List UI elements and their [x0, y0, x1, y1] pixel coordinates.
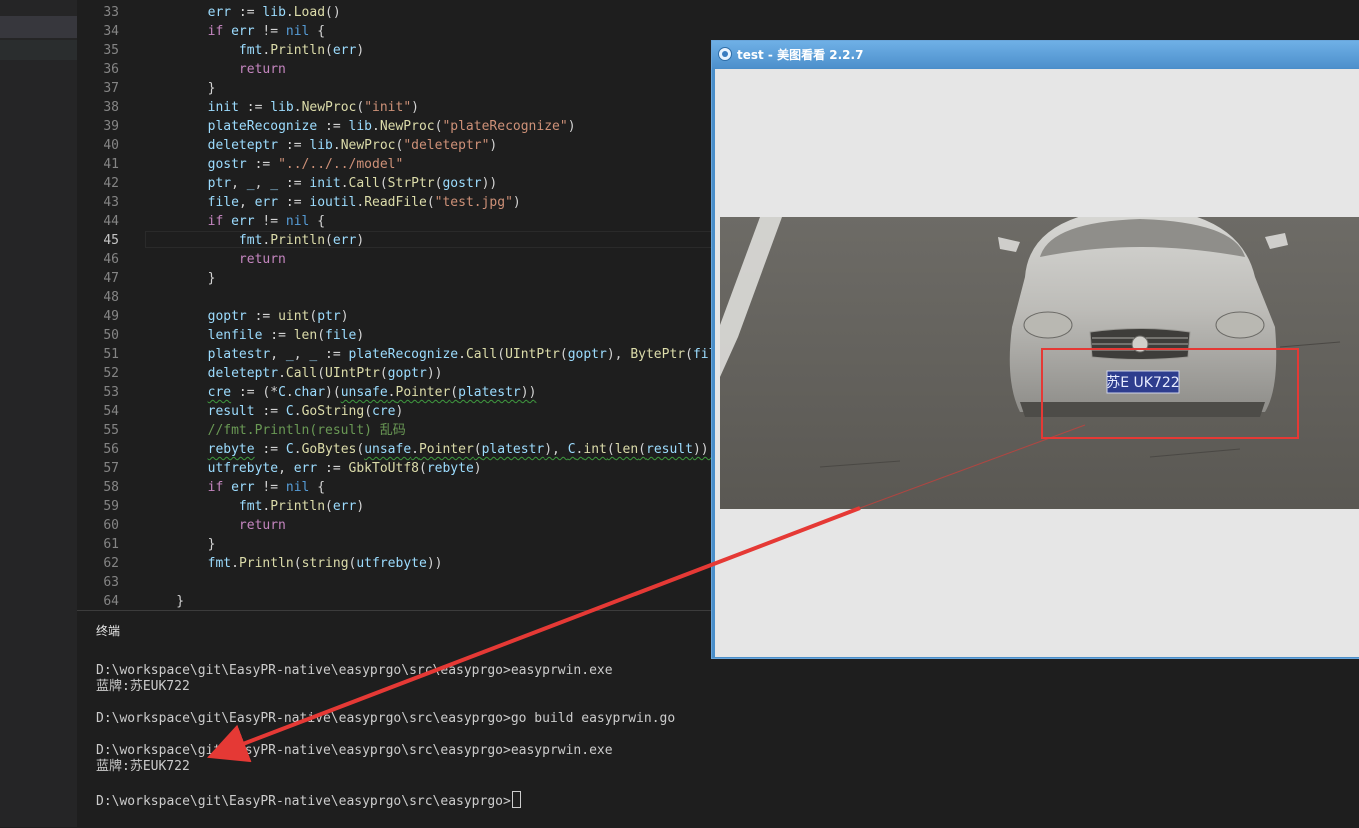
line-number: 46: [103, 252, 119, 267]
viewer-title: test - 美图看看 2.2.7: [737, 48, 864, 62]
line-number: 44: [103, 214, 119, 229]
line-number: 58: [103, 480, 119, 495]
line-number: 60: [103, 518, 119, 533]
code-text[interactable]: }: [145, 269, 216, 288]
line-number: 63: [103, 575, 119, 590]
code-line[interactable]: 33 err := lib.Load(): [77, 3, 1359, 22]
code-text[interactable]: fmt.Println(err): [145, 231, 364, 250]
code-text[interactable]: utfrebyte, err := GbkToUtf8(rebyte): [145, 459, 482, 478]
code-text[interactable]: platestr, _, _ := plateRecognize.Call(UI…: [145, 345, 756, 364]
line-number: 47: [103, 271, 119, 286]
terminal-cursor: [511, 791, 521, 808]
code-text[interactable]: return: [145, 516, 286, 535]
code-text[interactable]: if err != nil {: [145, 22, 325, 41]
line-number: 41: [103, 157, 119, 172]
code-text[interactable]: ptr, _, _ := init.Call(StrPtr(gostr)): [145, 174, 498, 193]
code-text[interactable]: }: [145, 79, 216, 98]
code-text[interactable]: err := lib.Load(): [145, 3, 341, 22]
code-text[interactable]: fmt.Println(err): [145, 41, 364, 60]
line-number: 55: [103, 423, 119, 438]
code-text[interactable]: fmt.Println(string(utfrebyte)): [145, 554, 443, 573]
line-number: 34: [103, 24, 119, 39]
code-line[interactable]: 34 if err != nil {: [77, 22, 1359, 41]
line-number: 36: [103, 62, 119, 77]
code-text[interactable]: deleteptr.Call(UIntPtr(goptr)): [145, 364, 443, 383]
line-number: 61: [103, 537, 119, 552]
terminal-line: 蓝牌:苏EUK722: [96, 759, 190, 774]
line-number: 56: [103, 442, 119, 457]
line-number: 43: [103, 195, 119, 210]
code-text[interactable]: return: [145, 250, 286, 269]
line-number: 33: [103, 5, 119, 20]
line-number: 51: [103, 347, 119, 362]
app-icon: [718, 47, 732, 61]
line-number: 42: [103, 176, 119, 191]
line-number: 53: [103, 385, 119, 400]
line-number: 50: [103, 328, 119, 343]
code-text[interactable]: gostr := "../../../model": [145, 155, 404, 174]
line-number: 52: [103, 366, 119, 381]
code-text[interactable]: rebyte := C.GoBytes(unsafe.Pointer(plate…: [145, 440, 717, 459]
code-text[interactable]: fmt.Println(err): [145, 497, 364, 516]
code-text[interactable]: file, err := ioutil.ReadFile("test.jpg"): [145, 193, 521, 212]
car-photo: 苏E UK722: [720, 217, 1359, 509]
line-number: 45: [103, 233, 119, 248]
code-text[interactable]: //fmt.Println(result) 乱码: [145, 421, 406, 440]
line-number: 57: [103, 461, 119, 476]
code-text[interactable]: goptr := uint(ptr): [145, 307, 349, 326]
sidebar: [0, 0, 77, 827]
code-text[interactable]: }: [145, 592, 184, 610]
line-number: 48: [103, 290, 119, 305]
line-number: 59: [103, 499, 119, 514]
code-text[interactable]: if err != nil {: [145, 478, 325, 497]
line-number: 62: [103, 556, 119, 571]
terminal-line: D:\workspace\git\EasyPR-native\easyprgo\…: [96, 663, 613, 678]
terminal-title: 终端: [96, 624, 121, 638]
code-text[interactable]: lenfile := len(file): [145, 326, 365, 345]
code-text[interactable]: result := C.GoString(cre): [145, 402, 404, 421]
code-text[interactable]: cre := (*C.char)(unsafe.Pointer(platestr…: [145, 383, 537, 402]
plate-text: 苏E UK722: [1106, 375, 1179, 391]
code-text[interactable]: plateRecognize := lib.NewProc("plateReco…: [145, 117, 576, 136]
line-number: 49: [103, 309, 119, 324]
line-number: 35: [103, 43, 119, 58]
line-number: 54: [103, 404, 119, 419]
line-number: 40: [103, 138, 119, 153]
sidebar-item[interactable]: [0, 40, 77, 60]
sidebar-item-selected[interactable]: [0, 16, 77, 38]
terminal-line: 蓝牌:苏EUK722: [96, 679, 190, 694]
code-text[interactable]: return: [145, 60, 286, 79]
code-text[interactable]: deleteptr := lib.NewProc("deleteptr"): [145, 136, 498, 155]
terminal-line: D:\workspace\git\EasyPR-native\easyprgo\…: [96, 791, 521, 810]
line-number: 38: [103, 100, 119, 115]
image-canvas: 苏E UK722: [715, 69, 1359, 657]
viewer-titlebar[interactable]: test - 美图看看 2.2.7: [712, 41, 1359, 68]
image-viewer-window[interactable]: test - 美图看看 2.2.7 苏E UK722: [711, 40, 1359, 659]
terminal-line: D:\workspace\git\EasyPR-native\easyprgo\…: [96, 711, 676, 726]
terminal-line: D:\workspace\git\EasyPR-native\easyprgo\…: [96, 743, 613, 758]
code-text[interactable]: }: [145, 535, 216, 554]
line-number: 64: [103, 594, 119, 609]
line-number: 39: [103, 119, 119, 134]
line-number: 37: [103, 81, 119, 96]
code-text[interactable]: init := lib.NewProc("init"): [145, 98, 419, 117]
code-text[interactable]: if err != nil {: [145, 212, 325, 231]
